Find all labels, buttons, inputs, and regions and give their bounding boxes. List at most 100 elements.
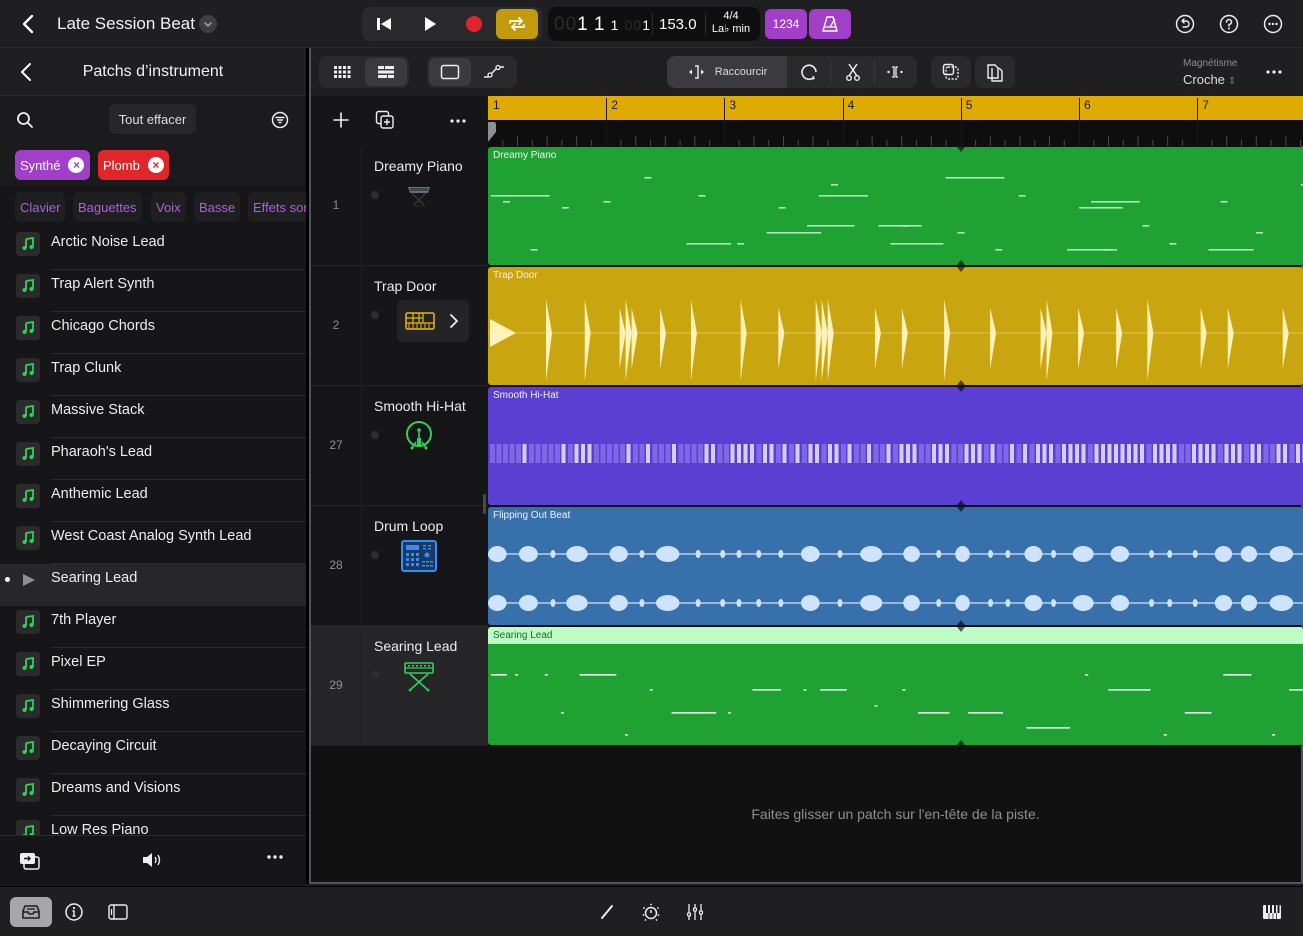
play-button[interactable] <box>408 7 452 41</box>
metronome-button[interactable] <box>809 9 851 39</box>
music-note-icon <box>16 526 40 550</box>
bar-number: 4 <box>847 98 855 112</box>
browser-more-button[interactable] <box>266 853 284 861</box>
join-button[interactable] <box>875 58 915 86</box>
category-mallets[interactable]: Baguettes <box>73 192 142 222</box>
project-title[interactable]: Late Session Beat <box>57 14 195 34</box>
split-button[interactable] <box>833 58 873 86</box>
filter-chip-synth[interactable]: Synthé × <box>15 150 90 180</box>
toolbar-more-button[interactable] <box>1265 68 1283 76</box>
keyboard-stand-icon[interactable] <box>399 178 439 214</box>
clear-all-button[interactable]: Tout effacer <box>109 104 196 134</box>
pattern-step <box>847 444 852 463</box>
preview-volume-button[interactable] <box>141 851 165 869</box>
patch-list-item[interactable]: Searing Lead <box>0 564 306 606</box>
editors-button[interactable] <box>97 897 139 927</box>
browser-toggle-button[interactable] <box>10 897 52 927</box>
patch-list-item[interactable]: 7th Player <box>0 606 306 648</box>
track-header[interactable]: 2 Trap Door <box>311 266 488 386</box>
waveform-peak <box>1192 599 1198 607</box>
bar-number: 2 <box>611 98 618 112</box>
live-loops-view-button[interactable] <box>321 58 363 86</box>
patch-list-item[interactable]: Decaying Circuit <box>0 732 306 774</box>
more-icon <box>1263 14 1283 34</box>
synth-stand-icon[interactable] <box>399 658 439 694</box>
search-button[interactable] <box>16 111 34 129</box>
track-number: 1 <box>332 198 340 212</box>
vertical-scrollbar[interactable] <box>483 494 486 514</box>
region-mode-button[interactable] <box>429 58 471 86</box>
pattern-step <box>613 444 619 463</box>
region[interactable]: Trap Door <box>488 267 1303 385</box>
remove-filter-icon[interactable]: × <box>147 157 164 173</box>
region[interactable]: Searing Lead <box>488 627 1303 745</box>
category-bass[interactable]: Basse <box>194 192 241 222</box>
patch-list-item[interactable]: Dreams and Visions <box>0 774 306 816</box>
inspector-button[interactable] <box>53 897 95 927</box>
load-patch-button[interactable] <box>19 851 41 871</box>
record-button[interactable] <box>452 7 496 41</box>
count-in-button[interactable]: 1234 <box>765 9 807 39</box>
add-track-button[interactable] <box>332 111 350 129</box>
category-vocals[interactable]: Voix <box>151 192 186 222</box>
region[interactable]: Smooth Hi-Hat <box>488 387 1303 505</box>
pattern-step <box>977 444 982 463</box>
patch-list-item[interactable]: West Coast Analog Synth Lead <box>0 522 306 564</box>
patch-list-item[interactable]: Chicago Chords <box>0 312 306 354</box>
patch-list-item[interactable]: Pharaoh's Lead <box>0 438 306 480</box>
undo-button[interactable] <box>1175 14 1195 34</box>
drummer-editor-button[interactable] <box>397 300 469 342</box>
category-keyboard[interactable]: Clavier <box>15 192 66 222</box>
track-header[interactable]: 27 Smooth Hi-Hat <box>311 386 488 506</box>
patch-list-item[interactable]: Arctic Noise Lead <box>0 228 306 270</box>
project-menu-button[interactable] <box>199 15 217 33</box>
region[interactable]: Dreamy Piano <box>488 147 1303 265</box>
pattern-step <box>932 444 936 463</box>
loop-tool-button[interactable] <box>789 58 829 86</box>
patch-list-item[interactable]: Shimmering Glass <box>0 690 306 732</box>
smart-controls-button[interactable] <box>630 897 672 927</box>
midi-note <box>1085 674 1089 676</box>
category-sound-effects[interactable]: Effets sonores <box>248 192 306 222</box>
keyboard-button[interactable] <box>1251 897 1293 927</box>
help-button[interactable] <box>1219 14 1239 34</box>
patch-list-item[interactable]: Massive Stack <box>0 396 306 438</box>
track-options-button[interactable] <box>449 117 467 125</box>
patch-list-item[interactable]: Anthemic Lead <box>0 480 306 522</box>
timeline-ruler[interactable]: 1 2 3 4 5 6 7 <box>488 96 1303 146</box>
mixer-button[interactable] <box>674 897 716 927</box>
drum-kit-icon[interactable] <box>399 418 439 454</box>
pattern-step <box>782 444 787 463</box>
cycle-button[interactable] <box>496 9 538 39</box>
go-to-start-button[interactable] <box>362 7 406 41</box>
lcd-display[interactable]: 001 1 1 001 153.0 4/4 La♭ min <box>548 7 760 41</box>
duplicate-track-button[interactable] <box>375 110 395 130</box>
drum-machine-icon[interactable] <box>399 538 439 574</box>
automation-mode-button[interactable] <box>473 58 515 86</box>
drum-hit <box>740 299 747 381</box>
track-header[interactable]: 29 Searing Lead <box>311 626 488 746</box>
patch-list-item[interactable]: Trap Alert Synth <box>0 270 306 312</box>
pencil-tool-button[interactable] <box>586 897 628 927</box>
patch-list-item[interactable]: Pixel EP <box>0 648 306 690</box>
filter-button[interactable] <box>271 111 289 129</box>
filter-chip-lead[interactable]: Plomb × <box>98 150 169 180</box>
view-toggle-group <box>319 56 409 88</box>
more-options-button[interactable] <box>1263 14 1283 34</box>
pattern-step <box>925 444 931 463</box>
preview-play-icon[interactable] <box>22 573 36 587</box>
track-header[interactable]: 28 Drum Loop <box>311 506 488 626</box>
remove-filter-icon[interactable]: × <box>68 157 85 173</box>
copy-button[interactable] <box>977 58 1013 86</box>
tracks-view-button[interactable] <box>365 58 407 86</box>
patch-list-item[interactable]: Trap Clunk <box>0 354 306 396</box>
pattern-step <box>763 444 767 463</box>
region[interactable]: Flipping Out Beat <box>488 507 1303 625</box>
patch-list-item[interactable]: Low Res Piano <box>0 816 306 835</box>
trim-button[interactable]: Raccourcir <box>667 56 787 88</box>
pattern-step <box>1010 444 1014 463</box>
snap-value-selector[interactable]: Croche ⇕ <box>1183 72 1236 87</box>
back-button[interactable] <box>18 12 40 36</box>
select-button[interactable] <box>933 58 969 86</box>
track-header[interactable]: 1 Dreamy Piano <box>311 146 488 266</box>
